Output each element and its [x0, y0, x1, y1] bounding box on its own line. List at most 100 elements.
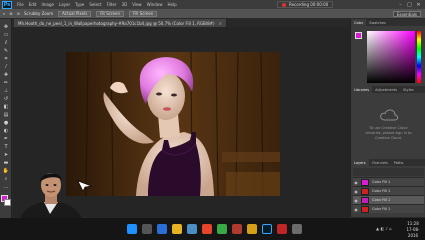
- tab-adjustments[interactable]: Adjustments: [372, 86, 400, 93]
- tab-libraries[interactable]: Libraries: [351, 86, 373, 93]
- panel-foreground-swatch[interactable]: [355, 32, 362, 39]
- app-icon-green[interactable]: [217, 224, 227, 234]
- lasso-tool-icon[interactable]: ℓ: [2, 39, 10, 46]
- brush-tool-icon[interactable]: ✏: [2, 79, 10, 86]
- recorder-task-icon[interactable]: [277, 224, 287, 234]
- record-icon: [282, 2, 286, 7]
- shape-tool-icon[interactable]: ▬: [2, 159, 10, 166]
- menu-3d[interactable]: 3D: [122, 2, 128, 7]
- tab-styles[interactable]: Styles: [400, 86, 417, 93]
- scrubby-zoom-option[interactable]: Scrubby Zoom: [24, 11, 53, 16]
- move-tool-icon[interactable]: ✥: [2, 23, 10, 30]
- visibility-eye-icon[interactable]: ◉: [353, 207, 359, 212]
- right-panels: Color Swatches Libraries Adjustments Sty…: [350, 19, 425, 217]
- libraries-panel-body: To use Creative Cloud Libraries, please …: [351, 95, 425, 155]
- menu-help[interactable]: Help: [167, 2, 176, 7]
- options-bar: ⌕ ⊕ ⊖ Scrubby Zoom Actual Pixels Fit Scr…: [0, 9, 425, 19]
- search-icon[interactable]: [142, 224, 152, 234]
- color-panel-tabs: Color Swatches: [351, 19, 425, 26]
- menu-window[interactable]: Window: [147, 2, 163, 7]
- clock-date: 17-08-2016: [406, 227, 420, 238]
- close-tab-icon[interactable]: ×: [219, 21, 222, 26]
- recording-label: Recording 00:00:00: [289, 2, 329, 7]
- color-field[interactable]: [367, 31, 415, 83]
- layers-options-row: [353, 168, 424, 176]
- visibility-eye-icon[interactable]: ◉: [353, 189, 359, 194]
- eraser-tool-icon[interactable]: ◧: [2, 103, 10, 110]
- menu-layer[interactable]: Layer: [59, 2, 70, 7]
- visibility-eye-icon[interactable]: ◉: [353, 198, 359, 203]
- recording-indicator[interactable]: Recording 00:00:00: [277, 1, 334, 8]
- tab-channels[interactable]: Channels: [369, 159, 391, 166]
- layer-name: Color Fill 1: [372, 198, 391, 202]
- photoshop-window: Ps File Edit Image Layer Type Select Fil…: [0, 0, 425, 240]
- layer-thumbnail: [361, 178, 369, 186]
- zoom-out-icon[interactable]: ⊖: [17, 11, 20, 16]
- layer-row[interactable]: ◉ Color Fill 1: [353, 177, 424, 186]
- chrome-icon[interactable]: [202, 224, 212, 234]
- visibility-eye-icon[interactable]: ◉: [353, 180, 359, 185]
- app-icon-yellow[interactable]: [247, 224, 257, 234]
- tab-swatches[interactable]: Swatches: [366, 19, 389, 26]
- dodge-tool-icon[interactable]: ◐: [2, 127, 10, 134]
- app-icon-red[interactable]: [232, 224, 242, 234]
- menu-type[interactable]: Type: [75, 2, 84, 7]
- windows-taskbar: [0, 218, 425, 240]
- tab-paths[interactable]: Paths: [391, 159, 407, 166]
- explorer-icon[interactable]: [172, 224, 182, 234]
- creative-cloud-icon: [379, 109, 398, 121]
- pen-tool-icon[interactable]: ✒: [2, 135, 10, 142]
- blur-tool-icon[interactable]: ●: [2, 119, 10, 126]
- stamp-tool-icon[interactable]: ⊥: [2, 87, 10, 94]
- document-title: Mh.Hooth_do_ne_peel_1_in_Wallpaperhotogr…: [18, 20, 215, 26]
- path-select-tool-icon[interactable]: ➤: [2, 151, 10, 158]
- type-tool-icon[interactable]: T: [2, 143, 10, 150]
- history-brush-tool-icon[interactable]: ↺: [2, 95, 10, 102]
- eyedropper-tool-icon[interactable]: ⁄: [2, 63, 10, 70]
- system-tray-icons[interactable]: ▲ ◧ ♪ ⌂: [376, 226, 392, 231]
- store-icon[interactable]: [187, 224, 197, 234]
- menu-filter[interactable]: Filter: [107, 2, 117, 7]
- fill-screen-button[interactable]: Fill Screen: [129, 10, 158, 17]
- menu-view[interactable]: View: [132, 2, 142, 7]
- layer-name: Color Fill 1: [372, 207, 391, 211]
- healing-tool-icon[interactable]: ✚: [2, 71, 10, 78]
- libraries-panel-tabs: Libraries Adjustments Styles: [351, 86, 425, 93]
- layer-thumbnail: [361, 196, 369, 204]
- photoshop-task-icon[interactable]: [262, 224, 272, 234]
- maximize-icon[interactable]: □: [405, 0, 414, 9]
- quick-select-tool-icon[interactable]: ✎: [2, 47, 10, 54]
- marquee-tool-icon[interactable]: ▭: [2, 31, 10, 38]
- menu-file[interactable]: File: [17, 2, 24, 7]
- menu-edit[interactable]: Edit: [29, 2, 37, 7]
- start-icon[interactable]: [127, 224, 137, 234]
- gradient-tool-icon[interactable]: ▤: [2, 111, 10, 118]
- layer-name: Color Fill 1: [372, 189, 391, 193]
- fit-screen-button[interactable]: Fit Screen: [96, 10, 124, 17]
- zoom-in-icon[interactable]: ⊕: [9, 11, 12, 16]
- hue-slider[interactable]: [417, 31, 421, 83]
- actual-pixels-button[interactable]: Actual Pixels: [58, 10, 92, 17]
- close-icon[interactable]: ✕: [414, 0, 423, 9]
- layer-row-selected[interactable]: ◉ Color Fill 1: [353, 195, 424, 204]
- layers-panel-tabs: Layers Channels Paths: [351, 159, 425, 166]
- layer-thumbnail: [361, 187, 369, 195]
- taskbar-clock[interactable]: 11:28 17-08-2016: [402, 221, 424, 239]
- app-icon-gray[interactable]: [292, 224, 302, 234]
- minimize-icon[interactable]: –: [396, 0, 405, 9]
- tab-layers[interactable]: Layers: [351, 159, 369, 166]
- menu-image[interactable]: Image: [41, 2, 54, 7]
- photoshop-logo: Ps: [2, 0, 12, 9]
- layer-row[interactable]: ◉ Color Fill 1: [353, 186, 424, 195]
- crop-tool-icon[interactable]: ⌗: [2, 55, 10, 62]
- cc-signin-message: To use Creative Cloud Libraries, please …: [365, 126, 412, 140]
- menu-select[interactable]: Select: [89, 2, 101, 7]
- document-tab[interactable]: Mh.Hooth_do_ne_peel_1_in_Wallpaperhotogr…: [14, 19, 227, 27]
- tab-color[interactable]: Color: [351, 19, 367, 26]
- zoom-tool-icon[interactable]: ⌕: [3, 11, 5, 16]
- layer-row[interactable]: ◉ Color Fill 1: [353, 204, 424, 213]
- workspace-select[interactable]: Essentials: [392, 11, 421, 17]
- menu-bar: Ps File Edit Image Layer Type Select Fil…: [0, 0, 425, 9]
- layer-thumbnail: [361, 205, 369, 213]
- edge-icon[interactable]: [157, 224, 167, 234]
